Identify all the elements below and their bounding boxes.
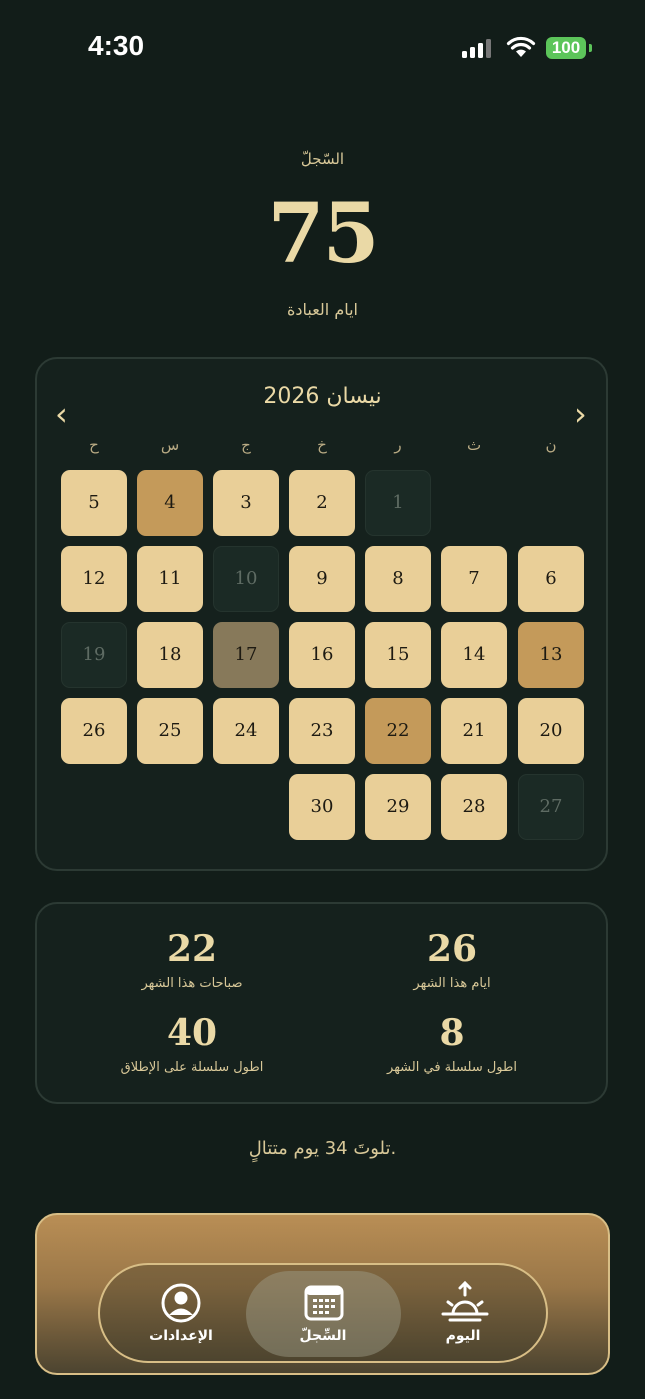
streak-message: تلوتَ 34 يوم متتالٍ. [248, 1138, 397, 1159]
calendar-day[interactable]: 7 [441, 546, 507, 612]
calendar-day[interactable]: 12 [61, 546, 127, 612]
calendar-day[interactable]: 19 [61, 622, 127, 688]
total-count-label: ايام العبادة [286, 300, 358, 319]
calendar-day[interactable]: 23 [289, 698, 355, 764]
battery-tip [589, 44, 592, 52]
month-title: نيسان 2026 [263, 384, 382, 409]
longest-streak-ever-label: اطول سلسلة على الإطلاق [120, 1060, 264, 1075]
weekday-label: ر [394, 436, 402, 454]
calendar-day[interactable]: 3 [213, 470, 279, 536]
calendar-day[interactable]: 15 [365, 622, 431, 688]
calendar-day[interactable]: 13 [518, 622, 584, 688]
calendar-day[interactable]: 5 [61, 470, 127, 536]
calendar-day[interactable]: 21 [441, 698, 507, 764]
total-count: 75 [267, 186, 379, 282]
tab-log-label[interactable]: السِّجلّ [258, 1328, 388, 1344]
wifi-icon [506, 36, 536, 57]
calendar-day[interactable]: 8 [365, 546, 431, 612]
weekday-label: س [160, 436, 180, 454]
longest-streak-month-label: اطول سلسلة في الشهر [387, 1060, 517, 1075]
calendar-day[interactable]: 26 [61, 698, 127, 764]
calendar-day[interactable]: 28 [441, 774, 507, 840]
weekday-label: ث [466, 436, 482, 454]
battery-indicator: 100 [546, 37, 586, 59]
status-time: 4:30 [88, 30, 145, 61]
calendar-icon [304, 1285, 344, 1321]
calendar-day[interactable]: 20 [518, 698, 584, 764]
calendar-day[interactable]: 30 [289, 774, 355, 840]
calendar-day[interactable]: 6 [518, 546, 584, 612]
weekday-label: ن [545, 436, 557, 454]
tab-settings[interactable]: الإعدادات [116, 1328, 246, 1344]
longest-streak-month-value: 8 [439, 1012, 465, 1054]
calendar-day[interactable]: 22 [365, 698, 431, 764]
calendar-day[interactable]: 24 [213, 698, 279, 764]
calendar-day[interactable]: 2 [289, 470, 355, 536]
calendar-day[interactable]: 16 [289, 622, 355, 688]
longest-streak-ever-value: 40 [166, 1012, 218, 1054]
calendar-day[interactable]: 1 [365, 470, 431, 536]
calendar-day[interactable]: 25 [137, 698, 203, 764]
weekday-label: خ [317, 436, 327, 454]
calendar-day[interactable]: 17 [213, 622, 279, 688]
weekday-label: ج [241, 436, 251, 454]
days-this-month-value: 26 [426, 928, 478, 970]
tab-today[interactable]: اليوم [398, 1328, 528, 1344]
weekday-label: ح [89, 436, 99, 454]
mornings-this-month-label: صباحات هذا الشهر [141, 976, 243, 991]
sunrise-icon [441, 1280, 489, 1322]
calendar-day[interactable]: 9 [289, 546, 355, 612]
page-title: السّجلّ [300, 150, 345, 168]
days-this-month-label: ايام هذا الشهر [413, 976, 491, 991]
status-bar: 4:30 100 [0, 0, 645, 96]
calendar-day[interactable]: 18 [137, 622, 203, 688]
mornings-this-month-value: 22 [166, 928, 218, 970]
calendar-day[interactable]: 27 [518, 774, 584, 840]
calendar-day[interactable]: 4 [137, 470, 203, 536]
calendar-day[interactable]: 14 [441, 622, 507, 688]
calendar-day[interactable]: 29 [365, 774, 431, 840]
cellular-signal-icon [462, 39, 491, 58]
person-icon [161, 1283, 201, 1323]
calendar-day[interactable]: 10 [213, 546, 279, 612]
calendar-day[interactable]: 11 [137, 546, 203, 612]
